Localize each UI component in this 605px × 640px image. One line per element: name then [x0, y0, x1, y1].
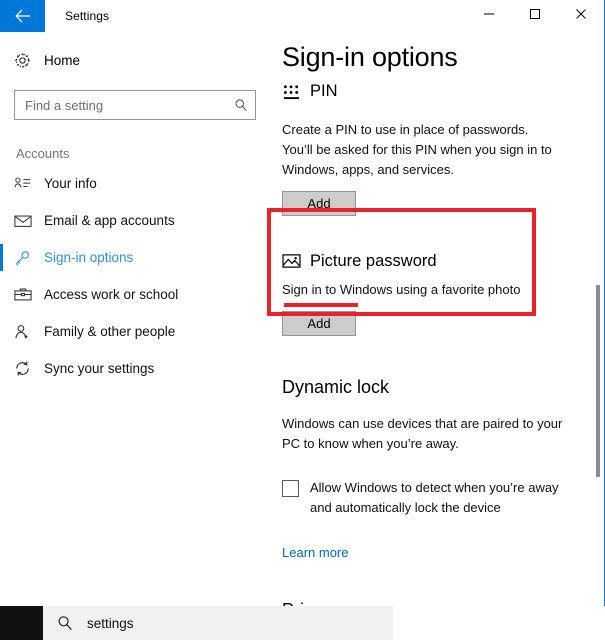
sidebar-item-access-work-or-school[interactable]: Access work or school — [0, 276, 270, 313]
sidebar-item-email-app-accounts[interactable]: Email & app accounts — [0, 202, 270, 239]
sidebar-item-sign-in-options[interactable]: Sign-in options — [0, 239, 270, 276]
sync-icon — [14, 360, 40, 377]
picture-password-description: Sign in to Windows using a favorite phot… — [282, 282, 521, 297]
minimize-icon — [483, 7, 495, 25]
pin-heading-row: PIN — [282, 80, 338, 102]
sidebar-item-label: Sign-in options — [44, 250, 134, 265]
gear-icon — [14, 52, 40, 69]
minimize-button[interactable] — [466, 0, 512, 32]
pin-keypad-icon — [282, 83, 301, 100]
screen: Settings Home Find a setting Accounts Yo… — [0, 0, 605, 640]
sidebar-item-home[interactable]: Home — [0, 42, 270, 78]
window-title: Settings — [65, 9, 110, 23]
learn-more-link[interactable]: Learn more — [282, 545, 348, 560]
dynamic-lock-checkbox-row[interactable]: Allow Windows to detect when you’re away… — [282, 478, 604, 518]
sidebar-item-your-info[interactable]: Your info — [0, 165, 270, 202]
sidebar-item-label: Family & other people — [44, 324, 176, 339]
pin-description: Create a PIN to use in place of password… — [282, 122, 552, 177]
window-body: Home Accounts — [0, 32, 604, 606]
sidebar: Home Accounts — [0, 32, 270, 606]
close-icon — [575, 7, 587, 25]
taskbar-search-box[interactable]: settings — [43, 606, 393, 640]
pin-heading-label: PIN — [310, 82, 338, 100]
content-scrollbar-thumb[interactable] — [596, 285, 600, 477]
sidebar-item-family-other-people[interactable]: Family & other people — [0, 313, 270, 350]
briefcase-icon — [14, 287, 40, 302]
sidebar-item-label: Access work or school — [44, 287, 179, 302]
section-privacy: Privacy Show account details (e.g. email… — [282, 598, 604, 606]
settings-window: Settings Home Find a setting Accounts Yo… — [0, 0, 605, 606]
windows-start-icon[interactable] — [0, 606, 43, 640]
maximize-button[interactable] — [512, 0, 558, 32]
sidebar-home-label: Home — [44, 52, 81, 68]
sidebar-item-sync-your-settings[interactable]: Sync your settings — [0, 350, 270, 387]
back-arrow-icon — [14, 9, 31, 23]
person-list-icon — [14, 176, 40, 191]
sidebar-item-label: Email & app accounts — [44, 213, 175, 228]
page-title: Sign-in options — [282, 40, 466, 74]
search-box[interactable] — [14, 90, 256, 120]
content-scroll-area: Create a PIN to use in place of password… — [270, 32, 604, 606]
section-dynamic-lock: Dynamic lock Windows can use devices tha… — [282, 375, 604, 562]
content-pane: PIN Sign-in options Create a PIN to use … — [270, 32, 604, 606]
picture-icon — [282, 253, 301, 269]
sidebar-item-label: Sync your settings — [44, 361, 155, 376]
envelope-icon — [14, 214, 40, 228]
title-bar-drag-area[interactable] — [109, 0, 466, 32]
sidebar-item-label: Your info — [44, 176, 97, 191]
privacy-heading: Privacy — [282, 598, 604, 606]
taskbar: settings — [0, 606, 605, 640]
pin-add-button[interactable]: Add — [282, 191, 356, 216]
dynamic-lock-checkbox-label: Allow Windows to detect when you’re away… — [310, 480, 559, 515]
search-input[interactable] — [15, 91, 227, 119]
key-icon — [14, 250, 40, 266]
dynamic-lock-checkbox[interactable] — [282, 480, 299, 497]
close-button[interactable] — [558, 0, 604, 32]
taskbar-empty-area — [393, 606, 605, 640]
maximize-icon — [529, 7, 541, 25]
picture-password-heading-row: Picture password — [282, 250, 604, 272]
person-add-icon — [14, 324, 40, 340]
back-button[interactable] — [0, 0, 45, 32]
search-icon[interactable] — [227, 98, 255, 112]
taskbar-search-text: settings — [87, 615, 134, 631]
picture-password-add-button[interactable]: Add — [282, 311, 356, 336]
search-icon — [43, 615, 87, 631]
picture-password-heading-label: Picture password — [310, 252, 437, 270]
section-pin-header: PIN — [282, 80, 338, 102]
title-bar: Settings — [0, 0, 604, 32]
section-picture-password: Picture password Sign in to Windows usin… — [282, 250, 604, 336]
dynamic-lock-heading: Dynamic lock — [282, 377, 390, 397]
sidebar-group-label: Accounts — [16, 146, 70, 161]
dynamic-lock-description: Windows can use devices that are paired … — [282, 416, 563, 451]
